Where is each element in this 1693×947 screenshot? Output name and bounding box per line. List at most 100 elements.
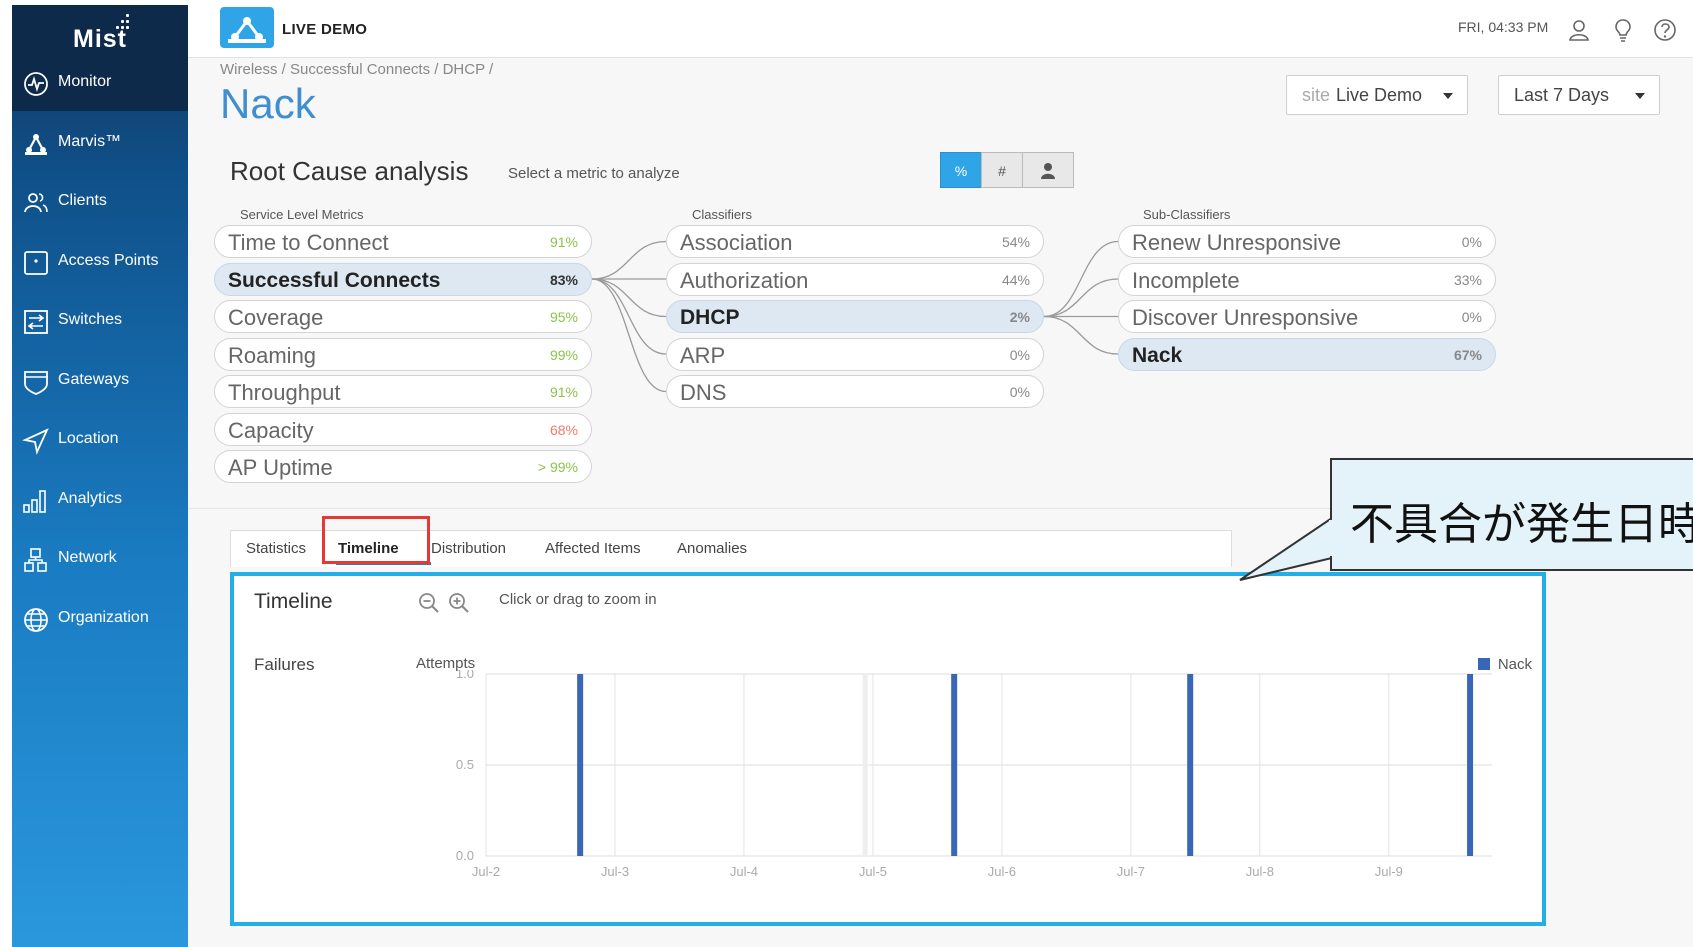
tab-anomalies[interactable]: Anomalies — [677, 540, 747, 557]
metric-value: 95% — [549, 309, 578, 325]
metric-name: Authorization — [680, 267, 809, 293]
y-tick-label: 0.5 — [456, 757, 474, 772]
tab-statistics[interactable]: Statistics — [246, 540, 306, 557]
metric-coverage[interactable]: Coverage 95% — [214, 300, 592, 333]
connector-line — [1043, 315, 1119, 355]
sidebar-item-switches[interactable]: Switches — [12, 293, 188, 349]
metric-successful-connects[interactable]: Successful Connects 83% — [214, 262, 592, 296]
y-tick-label: 0.0 — [456, 848, 474, 863]
metric-name: Roaming — [228, 342, 317, 368]
x-tick-label: Jul-8 — [1246, 864, 1274, 879]
metric-name: DHCP — [680, 306, 740, 329]
metric-discover-unresponsive[interactable]: Discover Unresponsive 0% — [1118, 300, 1496, 333]
metric-association[interactable]: Association 54% — [666, 225, 1044, 258]
help-icon[interactable] — [1652, 17, 1678, 43]
sidebar-item-label: Location — [58, 430, 119, 447]
sidebar-item-label: Network — [58, 549, 117, 566]
zoom-in-icon[interactable] — [448, 592, 470, 614]
metric-name: Association — [680, 230, 793, 255]
metric-value: 2% — [1009, 309, 1030, 325]
top-bar: LIVE DEMO FRI, 04:33 PM — [188, 5, 1693, 58]
bar-nack — [1467, 674, 1474, 856]
metric-incomplete[interactable]: Incomplete 33% — [1118, 262, 1496, 296]
metric-renew-unresponsive[interactable]: Renew Unresponsive 0% — [1118, 225, 1496, 258]
sidebar-item-monitor[interactable]: Monitor — [12, 55, 188, 111]
tab-distribution[interactable]: Distribution — [431, 540, 506, 557]
y-tick-label: 1.0 — [456, 670, 474, 681]
metric-dns[interactable]: DNS 0% — [666, 375, 1044, 408]
callout-pointer-cover — [1329, 520, 1335, 556]
connector-line — [1043, 278, 1119, 318]
monitor-icon — [24, 72, 48, 96]
x-tick-label: Jul-2 — [472, 864, 500, 879]
app-window: Mist Monitor Marvis™ Clients Access Points S… — [0, 0, 1693, 947]
metric-authorization[interactable]: Authorization 44% — [666, 262, 1044, 296]
metric-capacity[interactable]: Capacity 68% — [214, 412, 592, 446]
gateway-icon — [24, 370, 48, 395]
sidebar-item-label: Access Points — [58, 251, 159, 269]
metric-name: Coverage — [228, 305, 324, 330]
x-tick-label: Jul-3 — [601, 864, 629, 879]
connector-line — [591, 278, 667, 355]
sidebar-item-access-points[interactable]: Access Points — [12, 234, 188, 290]
lightbulb-icon[interactable] — [1610, 17, 1636, 43]
timeline-tab-highlight — [322, 516, 430, 564]
zoom-hint: Click or drag to zoom in — [499, 591, 657, 608]
failures-label: Failures — [254, 655, 315, 674]
sidebar-item-label: Marvis™ — [58, 132, 122, 150]
sidebar-item-marvis[interactable]: Marvis™ — [12, 115, 188, 171]
metric-value: > 99% — [537, 459, 578, 475]
switch-icon — [24, 310, 48, 334]
metric-name: Successful Connects — [228, 268, 441, 292]
bar-nack — [1187, 674, 1194, 856]
metric-value: 83% — [549, 271, 578, 288]
metric-ap-uptime[interactable]: AP Uptime > 99% — [214, 450, 592, 483]
metric-value: 68% — [549, 421, 578, 438]
metric-time-to-connect[interactable]: Time to Connect 91% — [214, 225, 592, 258]
callout-text: 不具合が発生日時 — [1350, 500, 1693, 549]
brand-label: LIVE DEMO — [282, 21, 368, 38]
timeline-chart[interactable]: 1.0 0.5 0.0Jul-2 Jul-3 Jul-4 Jul-5 Jul-6 Jul-7 J… — [434, 670, 1534, 930]
metric-name: Discover Unresponsive — [1132, 305, 1359, 330]
network-icon — [24, 548, 47, 572]
metric-name: AP Uptime — [228, 455, 333, 480]
zoom-out-icon[interactable] — [418, 592, 440, 614]
sidebar-item-label: Analytics — [58, 489, 123, 507]
connector-line — [591, 278, 667, 318]
metric-value: 0% — [1461, 234, 1482, 250]
metric-dhcp[interactable]: DHCP 2% — [666, 300, 1044, 333]
metric-nack[interactable]: Nack 67% — [1118, 337, 1496, 371]
sidebar-item-location[interactable]: Location — [12, 412, 188, 468]
metric-value: 99% — [549, 346, 578, 363]
metric-value: 67% — [1453, 346, 1482, 363]
x-tick-label: Jul-7 — [1117, 864, 1145, 879]
mist-logo[interactable]: Mist — [12, 5, 188, 59]
legend-swatch — [1477, 658, 1490, 670]
sidebar-item-label: Switches — [58, 311, 123, 328]
sidebar-item-clients[interactable]: Clients — [12, 174, 188, 230]
metric-value: 91% — [549, 234, 578, 250]
sidebar-item-analytics[interactable]: Analytics — [12, 472, 188, 528]
connector-line — [1043, 240, 1119, 318]
x-tick-label: Jul-5 — [859, 864, 887, 879]
metric-roaming[interactable]: Roaming 99% — [214, 337, 592, 371]
sidebar-item-network[interactable]: Network — [12, 531, 188, 587]
metric-name: Nack — [1132, 343, 1183, 367]
sidebar-item-label: Monitor — [58, 73, 112, 90]
tab-affected-items[interactable]: Affected Items — [545, 540, 641, 557]
metric-name: Incomplete — [1132, 267, 1240, 293]
metric-name: Renew Unresponsive — [1132, 230, 1342, 255]
metric-value: 0% — [1009, 384, 1030, 400]
brand-logo[interactable] — [220, 7, 274, 48]
x-tick-label: Jul-9 — [1375, 864, 1403, 879]
location-icon — [22, 428, 49, 455]
metric-arp[interactable]: ARP 0% — [666, 337, 1044, 371]
metric-value: 54% — [1001, 234, 1030, 250]
sidebar-item-organization[interactable]: Organization — [12, 591, 188, 647]
sidebar-item-label: Organization — [58, 608, 149, 626]
sidebar-item-gateways[interactable]: Gateways — [12, 353, 188, 409]
user-icon[interactable] — [1566, 17, 1592, 43]
logo-wordmark: Mist — [73, 25, 127, 53]
metric-throughput[interactable]: Throughput 91% — [214, 375, 592, 408]
analytics-icon — [23, 489, 46, 513]
